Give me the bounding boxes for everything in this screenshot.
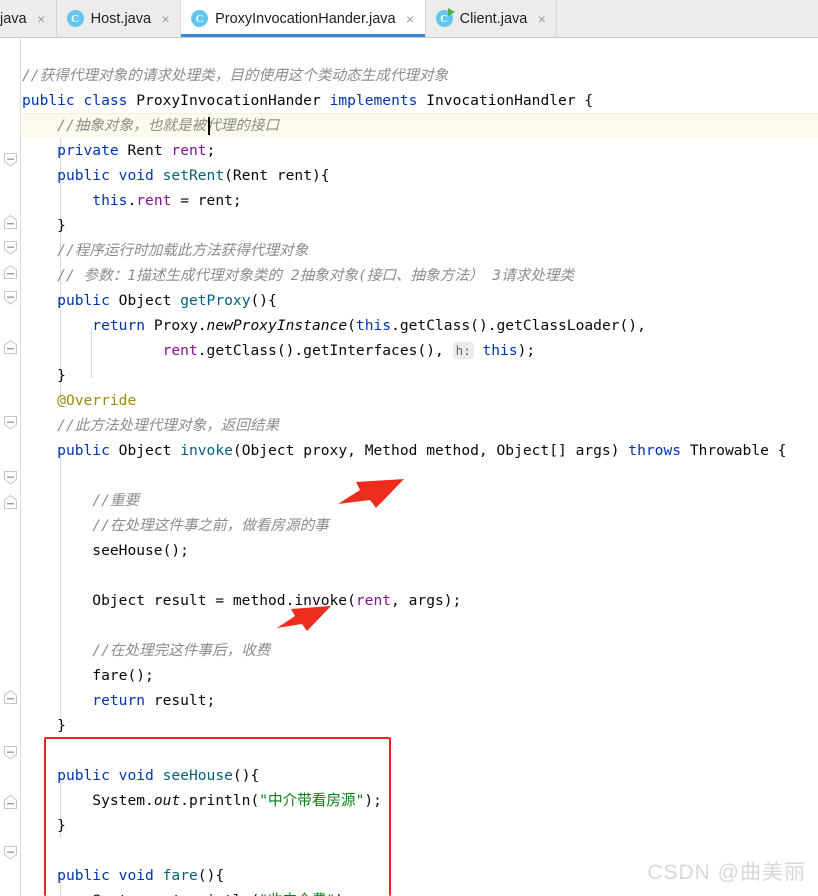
code-line[interactable]: //获得代理对象的请求处理类，目的使用这个类动态生成代理对象 [22, 63, 786, 88]
code-line[interactable]: //此方法处理代理对象，返回结果 [22, 413, 786, 438]
tab-java-clipped[interactable]: java × [0, 0, 57, 37]
java-class-icon: C [66, 10, 84, 27]
gutter-separator [20, 38, 21, 896]
code-line[interactable]: private Rent rent; [22, 138, 786, 163]
fold-marker-expand[interactable] [3, 265, 18, 280]
java-class-icon: C [191, 10, 209, 27]
fold-marker-collapse[interactable] [3, 290, 18, 305]
tab-label: Client.java [459, 10, 528, 27]
fold-marker-collapse[interactable] [3, 470, 18, 485]
tab-proxyinvocationhander-java[interactable]: C ProxyInvocationHander.java × [181, 0, 426, 37]
fold-marker-collapse[interactable] [3, 845, 18, 860]
annotation-arrow-2 [275, 604, 333, 639]
close-icon[interactable]: × [159, 12, 172, 26]
close-icon[interactable]: × [35, 12, 48, 26]
code-line[interactable] [22, 613, 786, 638]
fold-marker-collapse[interactable] [3, 415, 18, 430]
code-editor[interactable]: //获得代理对象的请求处理类，目的使用这个类动态生成代理对象 public cla… [22, 38, 818, 896]
close-icon[interactable]: × [404, 12, 417, 26]
tab-label: java [0, 10, 27, 27]
fold-marker-expand[interactable] [3, 495, 18, 510]
code-line[interactable]: return result; [22, 688, 786, 713]
code-line[interactable]: System.out.println("收中介费"); [22, 888, 786, 896]
code-line[interactable] [22, 563, 786, 588]
tab-host-java[interactable]: C Host.java × [56, 0, 182, 37]
fold-marker-collapse[interactable] [3, 152, 18, 167]
code-line[interactable]: return Proxy.newProxyInstance(this.getCl… [22, 313, 786, 338]
code-line[interactable]: seeHouse(); [22, 538, 786, 563]
code-line[interactable]: public void seeHouse(){ [22, 763, 786, 788]
code-token-comment: //获得代理对象的请求处理类，目的使用这个类动态生成代理对象 [22, 67, 449, 84]
code-line[interactable]: //抽象对象，也就是被代理的接口 [22, 113, 786, 138]
code-line[interactable]: System.out.println("中介带看房源"); [22, 788, 786, 813]
code-line[interactable]: this.rent = rent; [22, 188, 786, 213]
code-line[interactable]: rent.getClass().getInterfaces(), h: this… [22, 338, 786, 363]
tab-label: Host.java [90, 10, 152, 27]
code-line[interactable]: public Object invoke(Object proxy, Metho… [22, 438, 786, 463]
fold-marker-collapse[interactable] [3, 240, 18, 255]
code-line[interactable]: public Object getProxy(){ [22, 288, 786, 313]
code-line[interactable]: } [22, 363, 786, 388]
fold-marker-expand[interactable] [3, 340, 18, 355]
fold-marker-collapse[interactable] [3, 745, 18, 760]
code-line[interactable]: } [22, 213, 786, 238]
code-line[interactable]: public void setRent(Rent rent){ [22, 163, 786, 188]
code-line[interactable]: fare(); [22, 663, 786, 688]
fold-marker-expand[interactable] [3, 215, 18, 230]
code-line[interactable]: public class ProxyInvocationHander imple… [22, 88, 786, 113]
text-caret [208, 117, 210, 135]
code-line[interactable]: @Override [22, 388, 786, 413]
java-runnable-class-icon: C [435, 8, 455, 27]
tab-label: ProxyInvocationHander.java [215, 10, 396, 27]
code-line[interactable]: } [22, 713, 786, 738]
close-icon[interactable]: × [535, 12, 548, 26]
code-line[interactable]: //程序运行时加载此方法获得代理对象 [22, 238, 786, 263]
code-line[interactable]: // 参数：1描述生成代理对象类的 2抽象对象(接口、抽象方法） 3请求处理类 [22, 263, 786, 288]
code-line[interactable]: //在处理这件事之前，做看房源的事 [22, 513, 786, 538]
code-line[interactable] [22, 738, 786, 763]
code-line[interactable]: } [22, 813, 786, 838]
code-line[interactable]: //在处理完这件事后，收费 [22, 638, 786, 663]
source-code[interactable]: //获得代理对象的请求处理类，目的使用这个类动态生成代理对象 public cla… [22, 38, 786, 896]
csdn-watermark: CSDN @曲美丽 [647, 861, 806, 884]
tab-client-java[interactable]: C Client.java × [425, 0, 558, 37]
code-line[interactable]: Object result = method.invoke(rent, args… [22, 588, 786, 613]
fold-marker-expand[interactable] [3, 795, 18, 810]
editor-tab-bar: java × C Host.java × C ProxyInvocationHa… [0, 0, 818, 38]
parameter-hint: h: [452, 342, 474, 359]
annotation-arrow-1 [336, 476, 406, 515]
fold-marker-expand[interactable] [3, 690, 18, 705]
